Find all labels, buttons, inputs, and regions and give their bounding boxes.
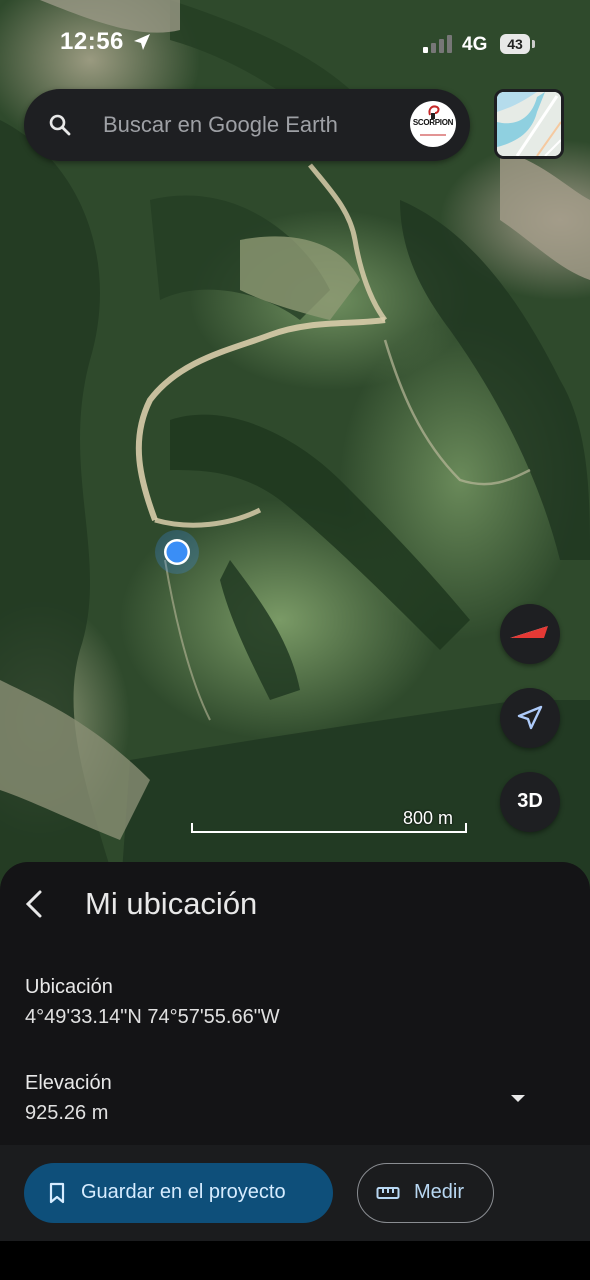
elevation-value: 925.26 m — [25, 1102, 109, 1124]
3d-label: 3D — [517, 790, 543, 812]
3d-toggle-button[interactable]: 3D — [500, 772, 560, 832]
network-type: 4G — [462, 34, 488, 55]
battery-icon: 43 — [500, 34, 530, 54]
measure-label: Medir — [414, 1181, 465, 1203]
elevation-label: Elevación — [25, 1072, 112, 1094]
bookmark-icon — [49, 1182, 65, 1204]
navigation-arrow-icon — [517, 705, 543, 730]
chevron-left-icon[interactable] — [20, 886, 50, 922]
search-icon[interactable] — [48, 113, 72, 137]
save-to-project-button[interactable]: Guardar en el proyecto — [24, 1163, 333, 1223]
battery-tip — [532, 40, 535, 48]
caret-down-icon[interactable] — [505, 1088, 531, 1108]
search-bar[interactable]: Buscar en Google Earth SCORPION — [24, 89, 470, 161]
sheet-title: Mi ubicación — [85, 886, 258, 921]
measure-button[interactable]: Medir — [357, 1163, 494, 1223]
signal-strength-icon — [423, 35, 452, 53]
location-label: Ubicación — [25, 976, 113, 998]
map-thumbnail-icon — [497, 92, 561, 156]
location-sheet: Mi ubicación Ubicación 4°49'33.14"N 74°5… — [0, 862, 590, 1145]
status-time: 12:56 — [60, 28, 124, 55]
ruler-icon — [376, 1187, 400, 1199]
location-value: 4°49'33.14"N 74°57'55.66"W — [25, 1006, 280, 1028]
compass-icon — [510, 626, 548, 638]
avatar-text: SCORPION — [412, 118, 454, 127]
compass-button[interactable] — [500, 604, 560, 664]
scale-bar — [191, 823, 467, 833]
search-input[interactable]: Buscar en Google Earth — [103, 112, 338, 138]
avatar[interactable]: SCORPION — [410, 101, 456, 147]
map-style-button[interactable] — [494, 89, 564, 159]
my-location-button[interactable] — [500, 688, 560, 748]
current-location-dot[interactable] — [152, 527, 202, 577]
bottom-inset — [0, 1241, 590, 1280]
location-services-icon — [134, 34, 150, 50]
save-to-project-label: Guardar en el proyecto — [81, 1181, 286, 1203]
action-bar: Guardar en el proyecto Medir — [0, 1145, 590, 1241]
